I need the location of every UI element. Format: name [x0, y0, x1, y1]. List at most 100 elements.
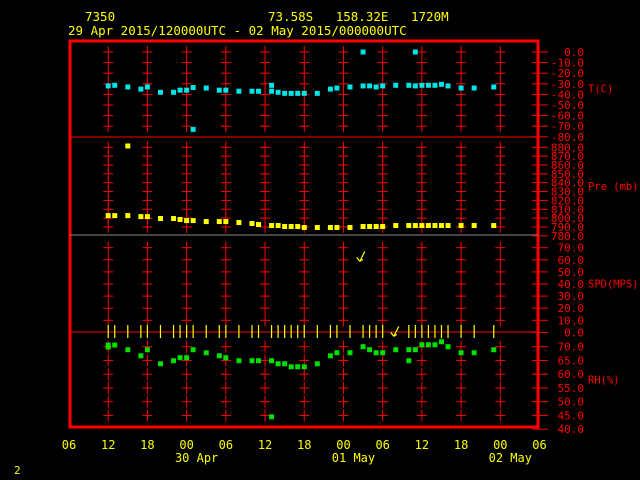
axis-tick-label: 70.0	[558, 341, 585, 354]
temperature-point	[144, 84, 150, 90]
humidity-point	[144, 347, 150, 353]
temperature-point	[471, 85, 477, 91]
temperature-point	[236, 88, 242, 94]
pressure-point	[223, 219, 229, 225]
temperature-point	[177, 87, 183, 93]
x-tick-label: 06	[532, 438, 546, 452]
temperature-point	[275, 89, 281, 95]
humidity-point	[157, 361, 163, 367]
pressure-point	[216, 219, 222, 225]
humidity-point	[360, 344, 366, 350]
humidity-point	[295, 364, 301, 370]
temperature-point	[112, 82, 118, 88]
humidity-point	[249, 358, 255, 364]
temperature-point	[256, 88, 262, 94]
humidity-point	[282, 361, 288, 367]
pressure-point	[112, 213, 118, 219]
humidity-point	[327, 353, 333, 359]
pressure-point	[380, 224, 386, 230]
humidity-point	[406, 347, 412, 353]
x-tick-label: 00	[179, 438, 193, 452]
temperature-point	[367, 83, 373, 89]
humidity-point	[138, 353, 144, 359]
temperature-point	[269, 88, 275, 94]
humidity-point	[269, 358, 275, 364]
temperature-point	[171, 89, 177, 95]
axis-title: RH(%)	[588, 375, 620, 387]
date-label: 02 May	[489, 451, 532, 465]
humidity-point	[347, 350, 353, 356]
pressure-point	[445, 223, 451, 229]
axis-tick-label: 55.0	[558, 382, 585, 395]
humidity-point	[216, 353, 222, 359]
pressure-point	[184, 218, 190, 224]
humidity-point	[203, 350, 209, 356]
temperature-point	[491, 84, 497, 90]
humidity-point	[425, 342, 431, 348]
humidity-point	[275, 361, 281, 367]
axis-title: Pre (mb)	[588, 181, 639, 193]
pressure-point	[282, 224, 288, 230]
pressure-point	[177, 217, 183, 223]
humidity-point	[190, 347, 196, 353]
humidity-point	[105, 344, 111, 350]
axis-tick-label: 0.0	[564, 326, 584, 339]
axis-tick-label: 10.0	[558, 314, 585, 327]
wind-barb	[356, 251, 366, 262]
temperature-point	[334, 85, 340, 91]
humidity-point	[373, 350, 379, 356]
humidity-point	[438, 339, 444, 345]
temperature-point	[105, 83, 111, 89]
pressure-point	[157, 216, 163, 222]
axis-tick-label: 40.0	[558, 278, 585, 291]
pressure-point	[144, 214, 150, 220]
axis-tick-label: 30.0	[558, 290, 585, 303]
humidity-point	[393, 347, 399, 353]
humidity-point	[314, 361, 320, 367]
temperature-point	[406, 82, 412, 88]
pressure-point	[275, 223, 281, 229]
temperature-point	[223, 87, 229, 93]
humidity-point	[445, 344, 451, 350]
x-tick-label: 18	[297, 438, 311, 452]
temperature-point	[288, 90, 294, 96]
pressure-point	[406, 223, 412, 229]
humidity-point	[380, 350, 386, 356]
humidity-point	[269, 414, 275, 420]
axis-tick-label: 60.0	[558, 254, 585, 267]
pressure-point	[138, 214, 144, 220]
humidity-point	[256, 358, 262, 364]
humidity-point	[412, 347, 418, 353]
temperature-point	[419, 82, 425, 88]
pressure-point	[491, 223, 497, 229]
axis-tick-label: 20.0	[558, 302, 585, 315]
temperature-point	[360, 49, 366, 55]
temperature-point	[282, 90, 288, 96]
pressure-point	[301, 224, 307, 230]
pressure-point	[373, 224, 379, 230]
axis-tick-label: 50.0	[558, 396, 585, 409]
temperature-point	[438, 81, 444, 87]
humidity-point	[334, 350, 340, 356]
pressure-point	[171, 216, 177, 222]
temperature-point	[190, 126, 196, 132]
humidity-point	[367, 347, 373, 353]
axis-tick-label: 70.0	[558, 242, 585, 255]
humidity-point	[112, 342, 118, 348]
humidity-point	[419, 342, 425, 348]
pressure-point	[432, 223, 438, 229]
axis-tick-label: 60.0	[558, 368, 585, 381]
temperature-point	[269, 82, 275, 88]
temperature-point	[249, 88, 255, 94]
temperature-point	[458, 85, 464, 91]
humidity-point	[406, 358, 412, 364]
x-tick-label: 12	[258, 438, 272, 452]
axis-title: SPD(MPS)	[588, 279, 639, 291]
humidity-point	[288, 364, 294, 370]
pressure-point	[125, 213, 131, 219]
temperature-point	[301, 90, 307, 96]
temperature-point	[425, 82, 431, 88]
pressure-point	[360, 224, 366, 230]
humidity-point	[177, 355, 183, 361]
pressure-point	[347, 224, 353, 230]
